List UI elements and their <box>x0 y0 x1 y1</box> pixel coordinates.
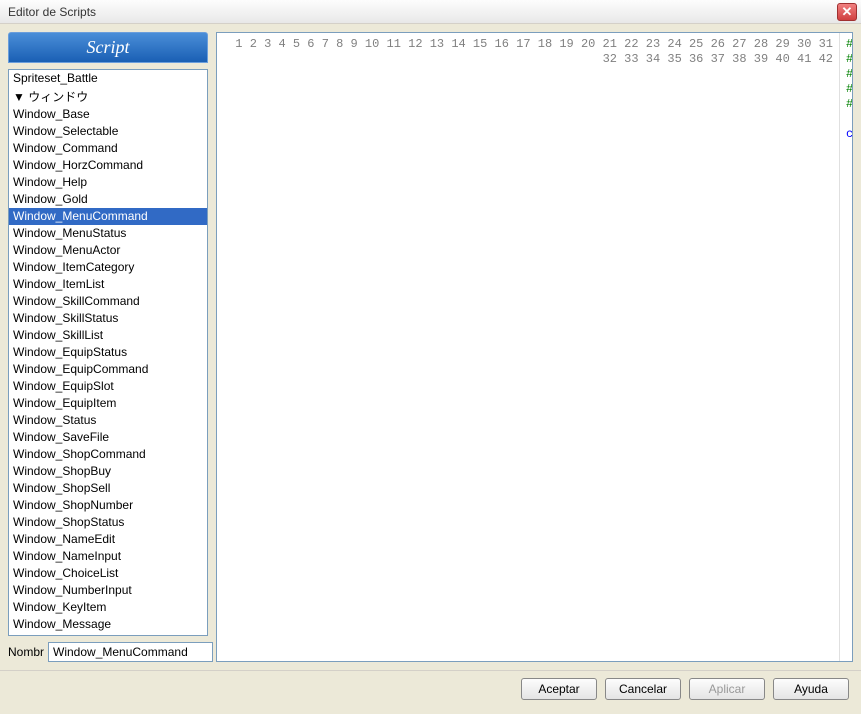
line-gutter: 1 2 3 4 5 6 7 8 9 10 11 12 13 14 15 16 1… <box>217 33 840 661</box>
titlebar[interactable]: Editor de Scripts ✕ <box>0 0 861 24</box>
accept-button[interactable]: Aceptar <box>521 678 597 700</box>
list-item[interactable]: Window_EquipStatus <box>9 344 207 361</box>
panel-header: Script <box>8 32 208 63</box>
list-item[interactable]: Window_ShopCommand <box>9 446 207 463</box>
list-item[interactable]: Window_Selectable <box>9 123 207 140</box>
close-button[interactable]: ✕ <box>837 3 857 21</box>
list-item[interactable]: Window_EquipCommand <box>9 361 207 378</box>
list-item[interactable]: Window_Help <box>9 174 207 191</box>
list-item[interactable]: Window_SaveFile <box>9 429 207 446</box>
list-item[interactable]: Window_SkillCommand <box>9 293 207 310</box>
script-list[interactable]: Spriteset_Battle ▼ ウィンドウWindow_BaseWindo… <box>8 69 208 636</box>
list-item[interactable]: Window_EquipItem <box>9 395 207 412</box>
list-item[interactable]: Window_NameEdit <box>9 531 207 548</box>
window-title: Editor de Scripts <box>4 5 837 19</box>
cancel-button[interactable]: Cancelar <box>605 678 681 700</box>
name-row: Nombr <box>8 642 208 662</box>
list-item[interactable]: Window_Command <box>9 140 207 157</box>
list-item[interactable]: Window_SkillList <box>9 327 207 344</box>
list-item[interactable]: Window_MenuCommand <box>9 208 207 225</box>
list-item[interactable]: Spriteset_Battle <box>9 70 207 87</box>
list-item[interactable]: Window_NumberInput <box>9 582 207 599</box>
list-item[interactable]: Window_MenuActor <box>9 242 207 259</box>
list-item[interactable]: Window_ItemList <box>9 276 207 293</box>
list-item[interactable]: Window_ChoiceList <box>9 565 207 582</box>
list-item[interactable]: Window_ScrollText <box>9 633 207 636</box>
apply-button[interactable]: Aplicar <box>689 678 765 700</box>
left-panel: Script Spriteset_Battle ▼ ウィンドウWindow_Ba… <box>8 32 208 662</box>
list-item[interactable]: Window_HorzCommand <box>9 157 207 174</box>
list-item[interactable]: Window_EquipSlot <box>9 378 207 395</box>
list-item[interactable]: Window_ShopSell <box>9 480 207 497</box>
list-item[interactable]: Window_Status <box>9 412 207 429</box>
button-bar: Aceptar Cancelar Aplicar Ayuda <box>0 670 861 706</box>
code-body[interactable]: #=======================================… <box>840 33 852 661</box>
list-item[interactable]: Window_ShopNumber <box>9 497 207 514</box>
list-item[interactable]: Window_MenuStatus <box>9 225 207 242</box>
close-icon: ✕ <box>842 4 853 20</box>
code-editor[interactable]: 1 2 3 4 5 6 7 8 9 10 11 12 13 14 15 16 1… <box>216 32 853 662</box>
list-item[interactable]: Window_KeyItem <box>9 599 207 616</box>
main-area: Script Spriteset_Battle ▼ ウィンドウWindow_Ba… <box>0 24 861 670</box>
name-input[interactable] <box>48 642 213 662</box>
list-item[interactable]: Window_Base <box>9 106 207 123</box>
list-item[interactable]: ▼ ウィンドウ <box>9 89 207 106</box>
list-item[interactable]: Window_SkillStatus <box>9 310 207 327</box>
list-item[interactable]: Window_ItemCategory <box>9 259 207 276</box>
name-label: Nombr <box>8 645 44 659</box>
list-item[interactable]: Window_Gold <box>9 191 207 208</box>
list-item[interactable]: Window_Message <box>9 616 207 633</box>
list-item[interactable]: Window_NameInput <box>9 548 207 565</box>
list-item[interactable]: Window_ShopBuy <box>9 463 207 480</box>
list-item[interactable]: Window_ShopStatus <box>9 514 207 531</box>
help-button[interactable]: Ayuda <box>773 678 849 700</box>
